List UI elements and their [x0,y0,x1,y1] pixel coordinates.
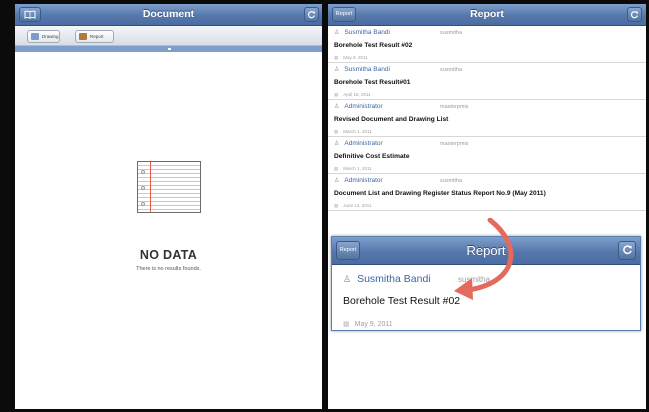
author-name: Susmitha Bandi [357,273,431,285]
report-author: ♙ Administrator [334,103,383,110]
author-name: Administrator [344,140,383,147]
report-author: ♙ Administrator [334,177,383,184]
toolbar-handle-strip [15,46,322,52]
refresh-button[interactable] [618,241,636,260]
person-icon: ♙ [343,274,352,284]
zoomed-title: Report [466,243,506,258]
report-user: susmitha [440,30,463,36]
calendar-icon: ▦ [334,92,339,97]
report-title: Borehole Test Result#01 [334,79,411,86]
refresh-icon [307,11,315,19]
drawing-tab-label: Drawing [42,34,59,39]
report-date: ▦ June 13, 2011 [334,203,640,209]
report-date: ▦ March 1, 2011 [334,166,640,172]
report-author: ♙ Administrator [334,140,383,147]
report-row[interactable]: ♙ Susmitha Bandi susmitha Borehole Test R… [328,63,646,100]
report-panel: Report Report ♙ Susmitha Bandi susmitha B… [328,4,646,409]
report-date: ▦ May 9, 2011 [334,55,640,61]
handle-dot [167,48,171,50]
report-author: ♙ Susmitha Bandi [334,66,390,73]
calendar-icon: ▦ [334,129,339,134]
calendar-icon: ▦ [343,321,350,328]
calendar-icon: ▦ [334,55,339,60]
zoomed-navbar: Report Report [332,237,640,265]
page-title: Document [142,8,195,20]
report-icon [79,33,87,40]
zoomed-callout: Report Report ♙ Susmitha Bandi susmitha B… [331,236,641,331]
report-author: ♙ Susmitha Bandi [343,273,431,285]
refresh-button[interactable] [304,7,319,22]
author-name: Administrator [344,177,383,184]
report-user: susmitha [440,178,463,184]
report-user: masterpmis [440,104,469,110]
report-title: Definitive Cost Estimate [334,153,410,160]
notebook-margin-line [149,162,151,212]
notebook-hole [140,170,145,174]
drawing-icon [31,33,39,40]
date-text: June 13, 2011 [343,203,372,208]
report-title: Borehole Test Result #02 [343,295,461,307]
zoomed-report-row[interactable]: ♙ Susmitha Bandi susmitha Borehole Test R… [332,265,640,336]
refresh-icon [630,11,638,19]
category-toolbar: Drawing Report [15,26,322,46]
page-title: Report [470,8,504,20]
author-name: Susmitha Bandi [344,29,390,36]
document-panel: Document Drawing Report NO DATA There is… [15,4,322,409]
author-name: Susmitha Bandi [344,66,390,73]
person-icon: ♙ [334,104,340,110]
notebook-icon [136,161,201,213]
empty-state: NO DATA There is no results founds. [15,161,322,272]
report-navbar: Report Report [328,4,646,26]
report-user: masterpmis [440,141,469,147]
calendar-icon: ▦ [334,166,339,171]
document-navbar: Document [15,4,322,26]
notebook-hole [140,186,145,190]
empty-state-title: NO DATA [139,248,198,262]
report-date: ▦ April 18, 2011 [334,92,640,98]
report-row[interactable]: ♙ Susmitha Bandi susmitha Borehole Test R… [328,26,646,63]
report-tab-label: Report [90,34,104,39]
report-title: Document List and Drawing Register Statu… [334,190,546,197]
report-title: Borehole Test Result #02 [334,42,413,49]
report-row[interactable]: ♙ Administrator susmitha Document List an… [328,174,646,211]
date-text: April 18, 2011 [343,92,371,97]
author-name: Administrator [344,103,383,110]
report-author: ♙ Susmitha Bandi [334,29,390,36]
report-row[interactable]: ♙ Administrator masterpmis Revised Docume… [328,100,646,137]
calendar-icon: ▦ [334,203,339,208]
person-icon: ♙ [334,141,340,147]
empty-state-subtitle: There is no results founds. [136,266,201,272]
report-user: susmitha [458,275,491,284]
notebook-hole [140,202,145,206]
person-icon: ♙ [334,178,340,184]
person-icon: ♙ [334,30,340,36]
date-text: May 9, 2011 [343,55,368,60]
report-user: susmitha [440,67,463,73]
report-row[interactable]: ♙ Administrator masterpmis Definitive Cos… [328,137,646,174]
report-title: Revised Document and Drawing List [334,116,449,123]
report-date: ▦ March 1, 2011 [334,129,640,135]
drawing-tab-button[interactable]: Drawing [27,30,60,43]
report-tab-button[interactable]: Report [75,30,114,43]
date-text: May 9, 2011 [354,321,393,328]
refresh-button[interactable] [627,7,642,22]
date-text: March 1, 2011 [343,166,372,171]
report-list: ♙ Susmitha Bandi susmitha Borehole Test R… [328,26,646,211]
date-text: March 1, 2011 [343,129,372,134]
person-icon: ♙ [334,67,340,73]
report-date: ▦ May 9, 2011 [340,320,632,328]
refresh-icon [622,245,632,255]
